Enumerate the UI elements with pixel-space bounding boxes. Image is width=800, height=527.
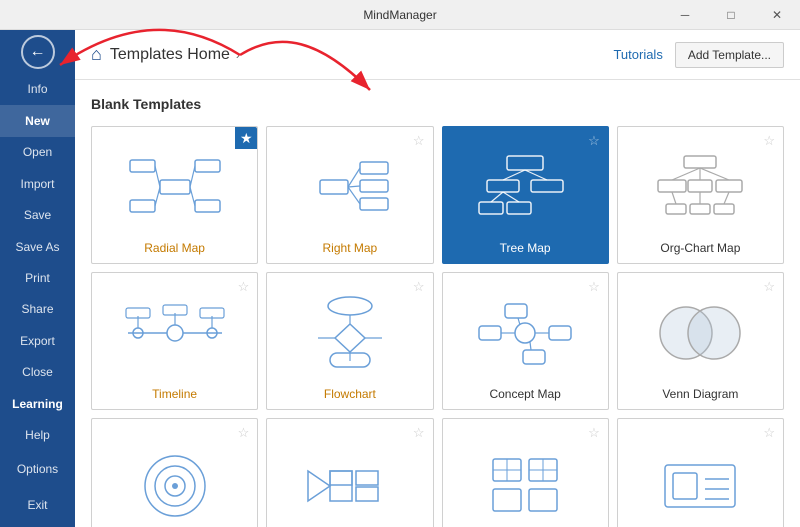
tree-map-label: Tree Map [500, 241, 551, 255]
sidebar-item-help[interactable]: Help [0, 419, 75, 450]
flowchart-icon [275, 285, 424, 381]
flowchart-label: Flowchart [324, 387, 376, 401]
concept-map-label: Concept Map [489, 387, 560, 401]
back-button[interactable]: ← [0, 30, 75, 74]
section-title: Blank Templates [91, 96, 784, 112]
star-icon-11: ☆ [588, 425, 600, 441]
template-card-org-chart[interactable]: ☆ [617, 126, 784, 264]
venn-label: Venn Diagram [662, 387, 738, 401]
venn-icon [626, 285, 775, 381]
template-10-icon [275, 431, 424, 527]
template-card-radial-map[interactable]: ★ Radia [91, 126, 258, 264]
sidebar-item-save-as[interactable]: Save As [0, 231, 75, 262]
template-9-icon [100, 431, 249, 527]
sidebar-item-close[interactable]: Close [0, 357, 75, 388]
org-chart-label: Org-Chart Map [660, 241, 740, 255]
star-icon-tree: ☆ [588, 133, 600, 149]
star-icon-concept: ☆ [588, 279, 600, 295]
right-map-icon [275, 139, 424, 235]
header-right: Tutorials Add Template... [613, 42, 784, 68]
right-map-label: Right Map [323, 241, 378, 255]
tutorials-link[interactable]: Tutorials [613, 47, 662, 62]
sidebar-item-new[interactable]: New [0, 105, 75, 136]
star-icon-timeline: ☆ [238, 279, 250, 295]
back-icon: ← [30, 43, 46, 61]
title-bar: MindManager ─ □ ✕ [0, 0, 800, 30]
template-card-venn[interactable]: ☆ Venn Diagram [617, 272, 784, 410]
tree-map-icon [451, 139, 600, 235]
content-header: ⌂ Templates Home › Tutorials Add Templat… [75, 30, 800, 80]
template-card-tree-map[interactable]: ☆ Tree [442, 126, 609, 264]
sidebar-item-share[interactable]: Share [0, 294, 75, 325]
sidebar-item-export[interactable]: Export [0, 325, 75, 356]
template-card-11[interactable]: ☆ [442, 418, 609, 527]
templates-area: Blank Templates ★ [75, 80, 800, 527]
sidebar-item-import[interactable]: Import [0, 168, 75, 199]
star-icon-12: ☆ [763, 425, 775, 441]
star-icon-radial: ★ [235, 127, 257, 149]
concept-map-icon [451, 285, 600, 381]
template-card-concept-map[interactable]: ☆ Conce [442, 272, 609, 410]
radial-map-label: Radial Map [144, 241, 205, 255]
sidebar: ← Info New Open Import Save Save As Prin… [0, 30, 75, 527]
sidebar-item-open[interactable]: Open [0, 137, 75, 168]
close-button[interactable]: ✕ [754, 0, 800, 30]
add-template-button[interactable]: Add Template... [675, 42, 784, 68]
template-card-flowchart[interactable]: ☆ Flowchart [266, 272, 433, 410]
sidebar-item-exit[interactable]: Exit [0, 487, 75, 523]
templates-grid: ★ Radia [91, 126, 784, 527]
timeline-label: Timeline [152, 387, 197, 401]
content-area: ⌂ Templates Home › Tutorials Add Templat… [75, 30, 800, 527]
star-icon-right: ☆ [413, 133, 425, 149]
template-card-right-map[interactable]: ☆ Right Map [266, 126, 433, 264]
template-card-10[interactable]: ☆ [266, 418, 433, 527]
star-icon-10: ☆ [413, 425, 425, 441]
app-body: ← Info New Open Import Save Save As Prin… [0, 30, 800, 527]
radial-map-icon [100, 139, 249, 235]
timeline-icon [100, 285, 249, 381]
template-11-icon [451, 431, 600, 527]
breadcrumb-text: Templates Home [110, 46, 230, 64]
sidebar-item-save[interactable]: Save [0, 199, 75, 230]
template-card-12[interactable]: ☆ [617, 418, 784, 527]
template-card-9[interactable]: ☆ [91, 418, 258, 527]
sidebar-item-learning[interactable]: Learning [0, 388, 75, 419]
sidebar-item-options[interactable]: Options [0, 451, 75, 487]
org-chart-icon [626, 139, 775, 235]
window-controls: ─ □ ✕ [662, 0, 800, 30]
sidebar-item-print[interactable]: Print [0, 262, 75, 293]
back-circle: ← [21, 35, 55, 69]
restore-button[interactable]: □ [708, 0, 754, 30]
template-12-icon [626, 431, 775, 527]
star-icon-9: ☆ [238, 425, 250, 441]
template-card-timeline[interactable]: ☆ [91, 272, 258, 410]
home-icon: ⌂ [91, 44, 102, 65]
star-icon-org: ☆ [763, 133, 775, 149]
star-icon-venn: ☆ [763, 279, 775, 295]
star-icon-flowchart: ☆ [413, 279, 425, 295]
app-title: MindManager [363, 8, 436, 22]
sidebar-item-info[interactable]: Info [0, 74, 75, 105]
minimize-button[interactable]: ─ [662, 0, 708, 30]
breadcrumb-arrow: › [236, 48, 240, 62]
